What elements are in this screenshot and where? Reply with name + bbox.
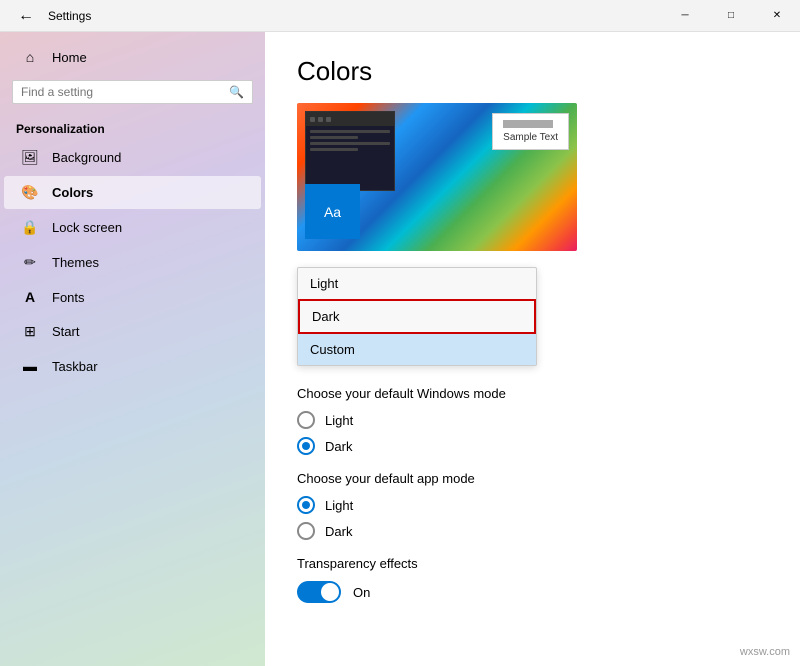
radio-label-light: Light: [325, 413, 353, 428]
minimize-icon: ─: [681, 10, 688, 21]
sidebar-item-label: Lock screen: [52, 220, 122, 235]
transparency-toggle[interactable]: [297, 581, 341, 603]
radio-label-app-dark: Dark: [325, 524, 352, 539]
sidebar-item-label: Home: [52, 50, 87, 65]
windows-mode-radio-group: Light Dark: [297, 411, 768, 455]
sidebar-item-fonts[interactable]: A Fonts: [4, 281, 261, 313]
titlebar: ← Settings ─ □ ✕: [0, 0, 800, 32]
windows-mode-dark[interactable]: Dark: [297, 437, 768, 455]
sidebar-item-label: Colors: [52, 185, 93, 200]
app-title: Settings: [48, 9, 91, 23]
sidebar-item-home[interactable]: ⌂ Home: [4, 41, 261, 73]
preview-window-content: [306, 126, 394, 158]
sidebar-item-label: Background: [52, 150, 121, 165]
sidebar-item-colors[interactable]: 🎨 Colors: [4, 176, 261, 209]
sidebar-item-taskbar[interactable]: ▬ Taskbar: [4, 350, 261, 382]
sidebar-item-label: Fonts: [52, 290, 85, 305]
app-body: ⌂ Home 🔍 Personalization 🖼 Background 🎨 …: [0, 32, 800, 666]
dropdown-item-custom[interactable]: Custom: [298, 334, 536, 365]
lock-icon: 🔒: [20, 219, 40, 236]
sidebar: ⌂ Home 🔍 Personalization 🖼 Background 🎨 …: [0, 32, 265, 666]
preview-window-line: [310, 148, 358, 151]
titlebar-left: ← Settings: [12, 2, 91, 30]
radio-circle-app-dark: [297, 522, 315, 540]
window-controls: ─ □ ✕: [662, 0, 800, 32]
preview-window-dot: [310, 117, 315, 122]
sidebar-item-themes[interactable]: ✏ Themes: [4, 246, 261, 279]
radio-circle-app-light: [297, 496, 315, 514]
sidebar-item-start[interactable]: ⊞ Start: [4, 315, 261, 348]
preview-container: Aa Sample Text: [297, 103, 577, 251]
dropdown-item-dark[interactable]: Dark: [298, 299, 536, 334]
background-icon: 🖼: [20, 149, 40, 166]
fonts-icon: A: [20, 289, 40, 305]
page-title: Colors: [297, 56, 768, 87]
maximize-button[interactable]: □: [708, 0, 754, 32]
preview-sample-text: Sample Text: [492, 113, 569, 150]
search-box[interactable]: 🔍: [12, 80, 253, 104]
preview-tile-blue: Aa: [305, 184, 360, 239]
search-icon: 🔍: [229, 85, 244, 99]
preview-window-line: [310, 130, 390, 133]
sample-text-label: Sample Text: [503, 132, 558, 143]
preview-window-bar: [306, 112, 394, 126]
dropdown-list: Light Dark Custom: [297, 267, 537, 366]
radio-circle-dark: [297, 437, 315, 455]
search-input[interactable]: [21, 85, 229, 99]
back-icon: ←: [18, 7, 34, 25]
preview-sample-text-bar: [503, 120, 553, 128]
sidebar-item-lock-screen[interactable]: 🔒 Lock screen: [4, 211, 261, 244]
dropdown-container[interactable]: Light Dark Custom: [297, 267, 537, 366]
start-icon: ⊞: [20, 323, 40, 340]
themes-icon: ✏: [20, 254, 40, 271]
watermark: wxsw.com: [740, 646, 790, 658]
preview-window: [305, 111, 395, 191]
sidebar-item-background[interactable]: 🖼 Background: [4, 141, 261, 174]
colors-icon: 🎨: [20, 184, 40, 201]
sidebar-item-label: Taskbar: [52, 359, 98, 374]
home-icon: ⌂: [20, 49, 40, 65]
back-button[interactable]: ←: [12, 2, 40, 30]
sidebar-section-title: Personalization: [0, 114, 265, 140]
close-icon: ✕: [773, 10, 781, 21]
radio-circle-light: [297, 411, 315, 429]
radio-label-app-light: Light: [325, 498, 353, 513]
sidebar-item-label: Themes: [52, 255, 99, 270]
content-area: Colors Aa: [265, 32, 800, 666]
dropdown-item-light[interactable]: Light: [298, 268, 536, 299]
preview-background: Aa Sample Text: [297, 103, 577, 251]
preview-window-dot: [318, 117, 323, 122]
preview-window-line: [310, 136, 358, 139]
transparency-title: Transparency effects: [297, 556, 768, 571]
maximize-icon: □: [728, 10, 734, 21]
app-mode-title: Choose your default app mode: [297, 471, 768, 486]
app-mode-dark[interactable]: Dark: [297, 522, 768, 540]
preview-window-line: [310, 142, 390, 145]
windows-mode-light[interactable]: Light: [297, 411, 768, 429]
app-mode-light[interactable]: Light: [297, 496, 768, 514]
radio-label-dark: Dark: [325, 439, 352, 454]
preview-window-dot: [326, 117, 331, 122]
taskbar-icon: ▬: [20, 358, 40, 374]
transparency-toggle-row: On: [297, 581, 768, 603]
sidebar-item-label: Start: [52, 324, 79, 339]
minimize-button[interactable]: ─: [662, 0, 708, 32]
windows-mode-title: Choose your default Windows mode: [297, 386, 768, 401]
close-button[interactable]: ✕: [754, 0, 800, 32]
app-mode-radio-group: Light Dark: [297, 496, 768, 540]
transparency-toggle-label: On: [353, 585, 370, 600]
